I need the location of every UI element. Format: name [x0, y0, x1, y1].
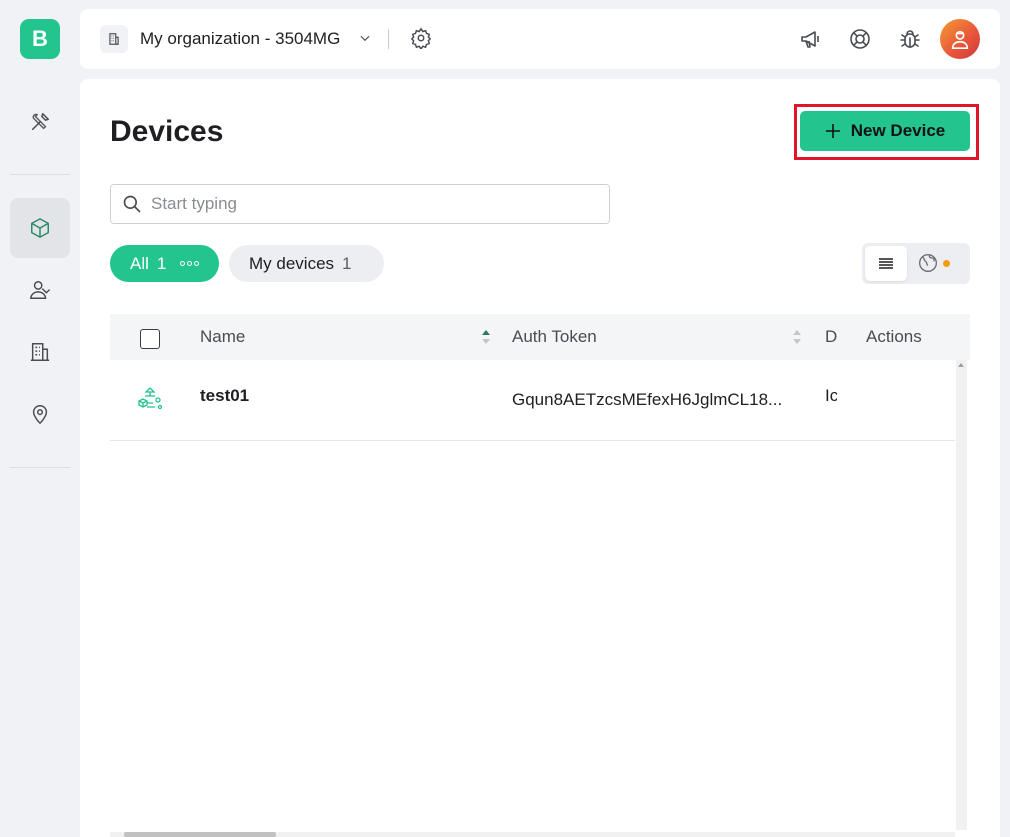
chevron-down-icon[interactable] — [358, 31, 372, 45]
filter-chip-label: My devices — [249, 253, 335, 273]
sidebar: B — [0, 0, 80, 837]
column-header-auth-token[interactable]: Auth Token — [512, 327, 597, 347]
avatar-person-icon — [951, 30, 969, 49]
sidebar-item-devices[interactable] — [10, 198, 70, 258]
filter-chip-all[interactable]: All 1 — [110, 245, 219, 282]
main-panel: Devices New Device All 1 My devices 1 Na — [80, 79, 1000, 837]
bug-icon[interactable] — [898, 27, 922, 51]
column-header-name[interactable]: Name — [200, 327, 245, 347]
sidebar-divider — [10, 174, 70, 175]
sidebar-item-tools[interactable] — [10, 92, 70, 152]
building-icon — [30, 343, 50, 361]
vertical-scrollbar[interactable] — [956, 360, 967, 830]
more-dots-icon[interactable] — [180, 261, 200, 266]
search-input[interactable] — [151, 185, 601, 223]
sort-icon[interactable] — [481, 328, 491, 346]
sidebar-divider — [10, 467, 70, 468]
list-view-button[interactable] — [865, 246, 907, 281]
megaphone-icon[interactable] — [799, 27, 823, 51]
device-auth-token: Gqun8AETzcsMEfexH6JglmCL18... — [512, 390, 783, 409]
app-logo[interactable]: B — [20, 19, 60, 59]
sidebar-item-organizations[interactable] — [10, 322, 70, 382]
device-icon — [138, 387, 163, 410]
user-avatar[interactable] — [940, 19, 980, 59]
header-divider — [388, 29, 389, 49]
globe-icon[interactable] — [918, 253, 938, 273]
device-d-cell: Ic — [825, 386, 837, 405]
lifebuoy-icon[interactable] — [848, 27, 872, 51]
page-title: Devices — [110, 115, 224, 148]
gear-icon[interactable] — [410, 27, 432, 49]
device-name[interactable]: test01 — [200, 386, 249, 406]
plus-icon — [825, 124, 840, 138]
filter-chip-my-devices[interactable]: My devices 1 — [229, 245, 384, 282]
new-device-label: New Device — [850, 121, 946, 140]
filter-chip-count: 1 — [156, 253, 167, 273]
cube-icon — [31, 218, 49, 238]
filter-chip-count: 1 — [342, 253, 352, 273]
users-icon — [30, 281, 50, 299]
filter-chip-label: All — [130, 253, 149, 273]
tools-icon — [31, 113, 49, 131]
table-row[interactable]: test01 Gqun8AETzcsMEfexH6JglmCL18... Ic — [110, 360, 955, 441]
sort-icon[interactable] — [792, 328, 802, 346]
horizontal-scrollbar[interactable] — [110, 832, 955, 837]
status-dot — [943, 260, 950, 267]
table-header: Name Auth Token D Actions — [110, 314, 970, 360]
column-header-actions: Actions — [866, 327, 922, 346]
location-pin-icon — [32, 405, 48, 425]
page-edge — [1000, 79, 1010, 837]
top-bar: My organization - 3504MG — [80, 9, 1000, 69]
view-toggle — [862, 243, 970, 284]
sidebar-item-users[interactable] — [10, 260, 70, 320]
org-selector[interactable]: My organization - 3504MG — [140, 29, 340, 49]
list-icon — [879, 257, 893, 269]
search-box — [110, 184, 610, 224]
sidebar-item-locations[interactable] — [10, 384, 70, 444]
horizontal-scrollbar-thumb[interactable] — [124, 832, 276, 837]
scroll-up-arrow[interactable] — [958, 363, 964, 367]
search-icon — [123, 195, 141, 213]
column-header-d[interactable]: D — [825, 327, 837, 347]
new-device-button[interactable]: New Device — [800, 111, 970, 151]
select-all-checkbox[interactable] — [140, 329, 160, 349]
org-icon — [100, 25, 128, 53]
